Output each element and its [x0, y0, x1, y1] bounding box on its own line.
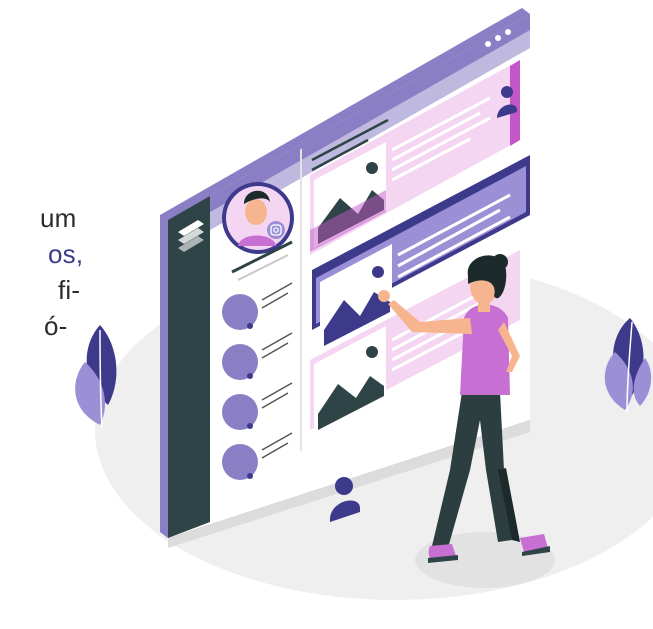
- social-media-illustration: [75, 8, 653, 600]
- instagram-icon: [267, 221, 285, 239]
- profile-avatar: [222, 182, 294, 254]
